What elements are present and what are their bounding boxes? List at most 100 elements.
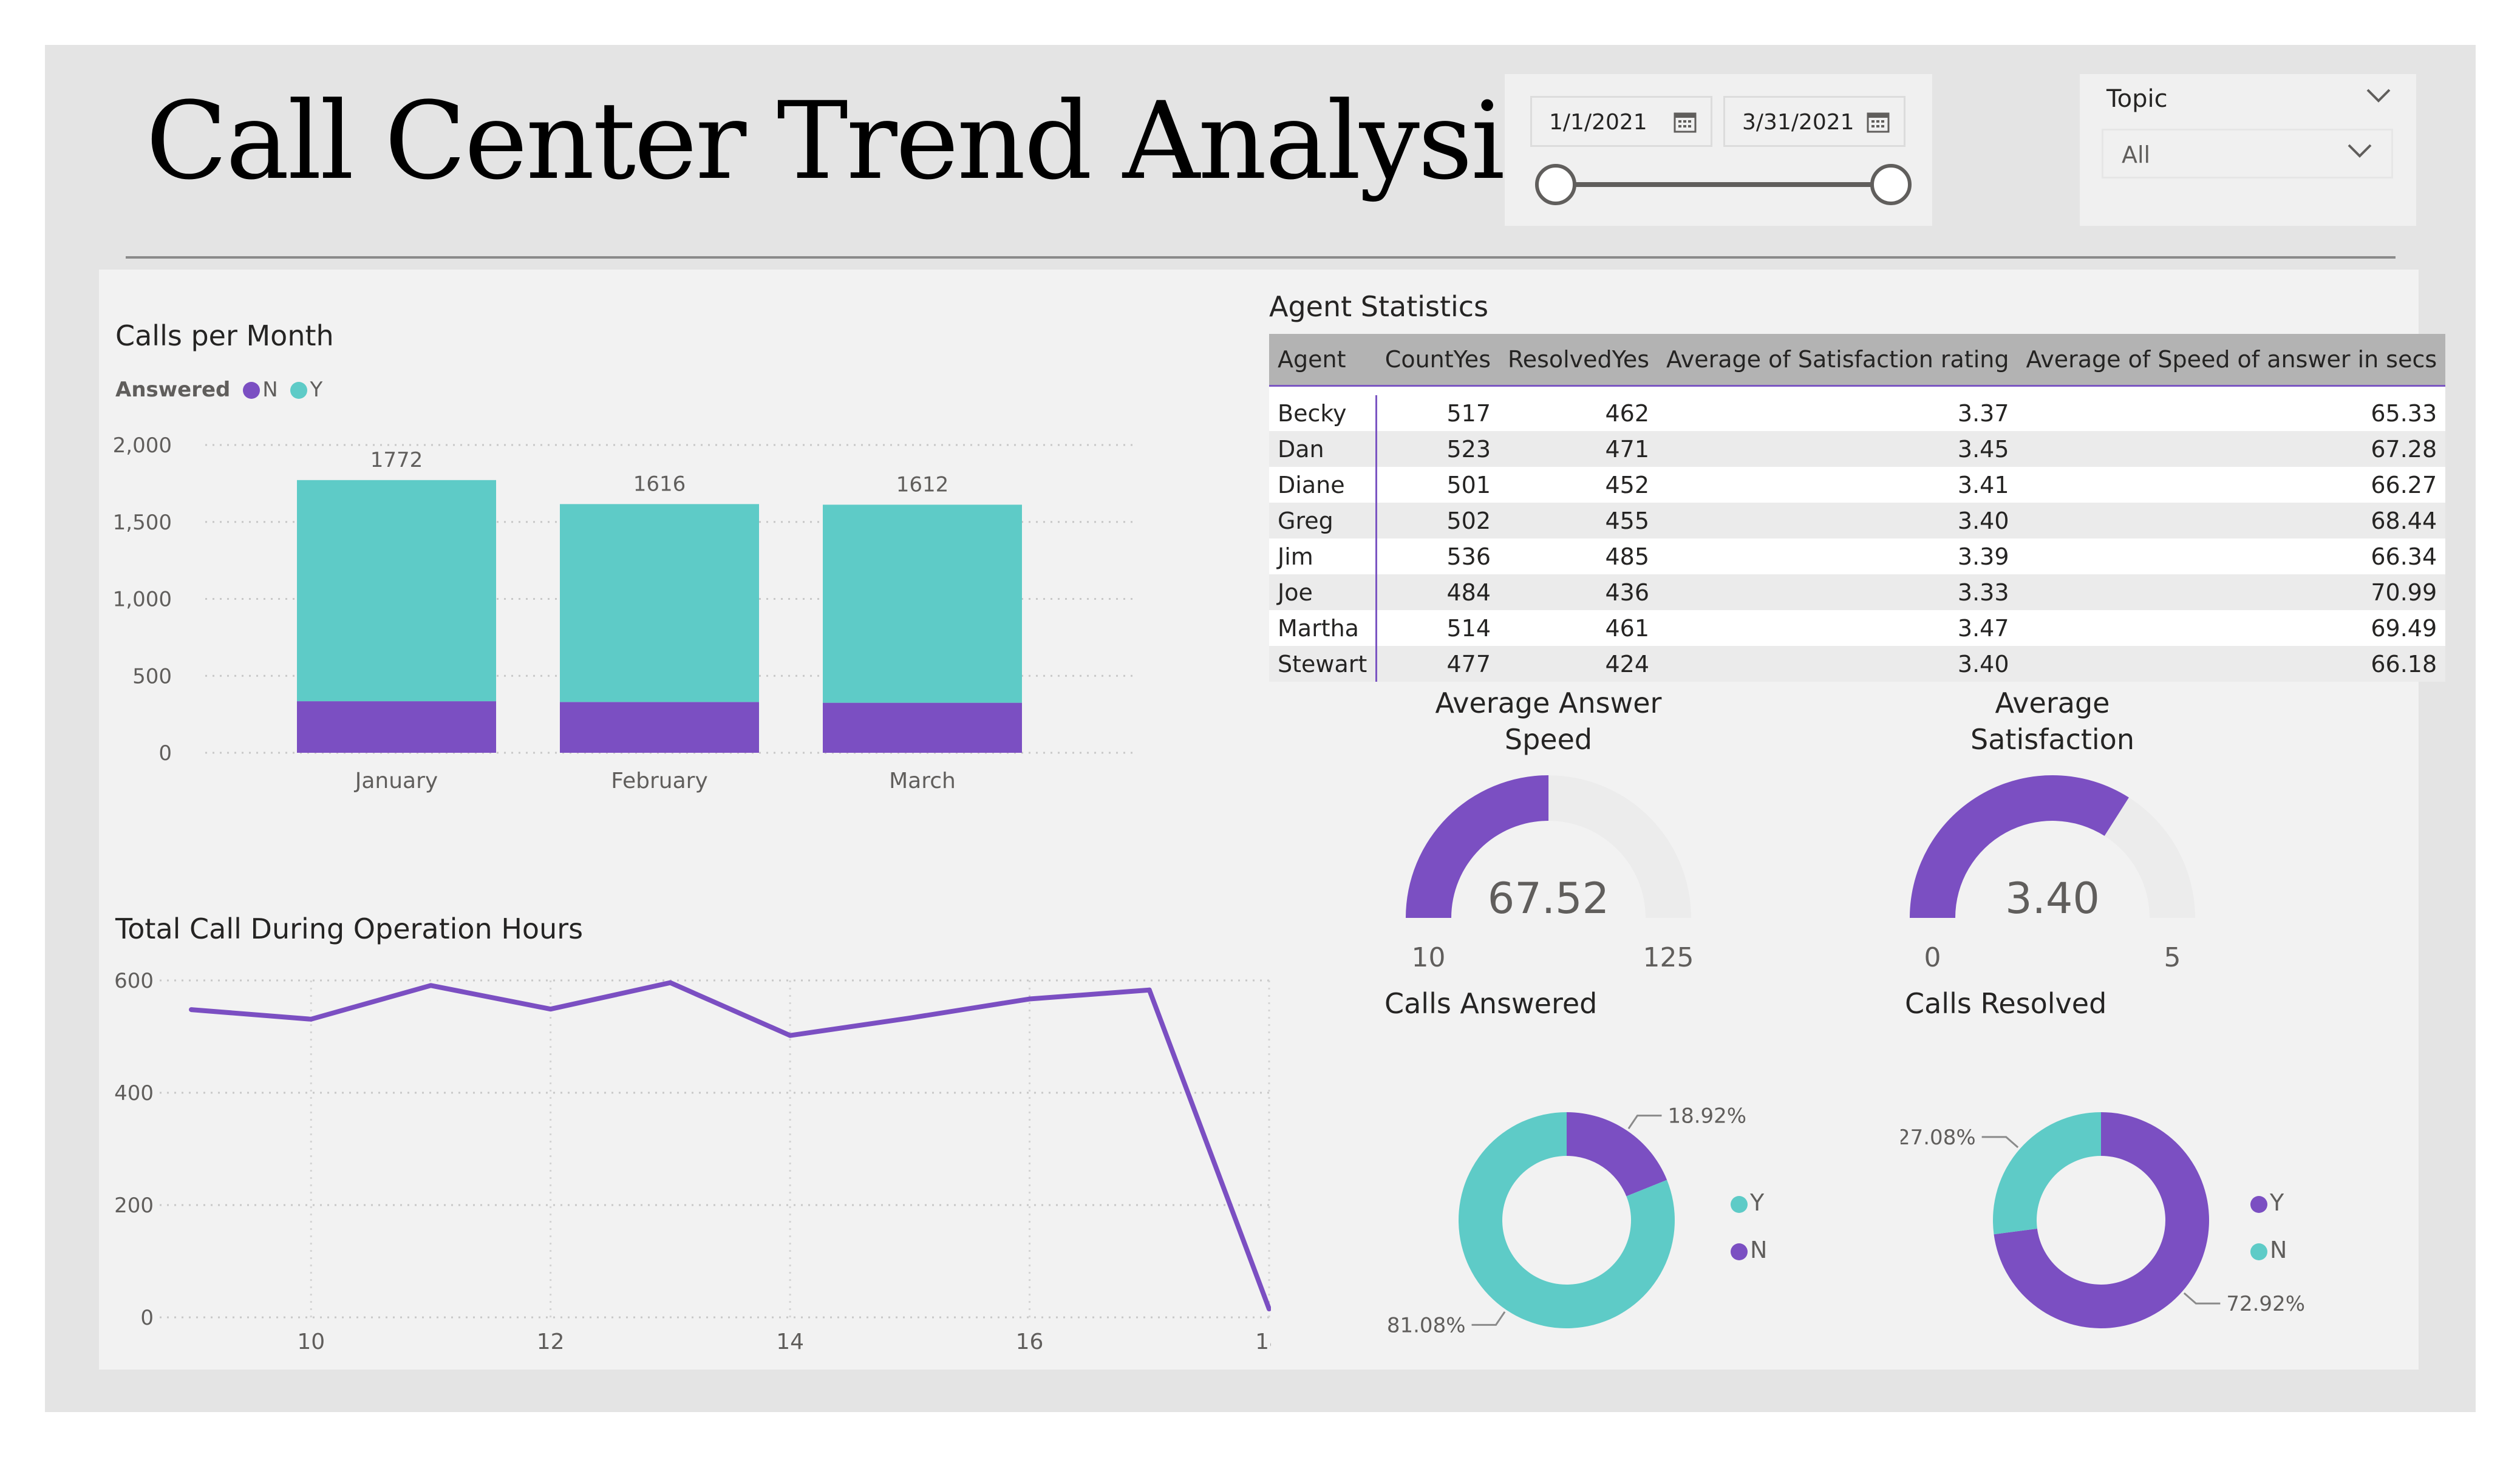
legend-item[interactable]: Y bbox=[1731, 1179, 1767, 1226]
table-cell: 66.34 bbox=[2017, 538, 2446, 574]
chevron-down-icon[interactable] bbox=[2365, 86, 2392, 107]
legend-title: Answered bbox=[115, 378, 231, 402]
table-cell: Diane bbox=[1269, 467, 1378, 503]
table-cell: 65.33 bbox=[2017, 395, 2446, 431]
table-row[interactable]: Diane 501 452 3.41 66.27 bbox=[1269, 467, 2446, 503]
data-point bbox=[1027, 996, 1032, 1002]
leader-line bbox=[2183, 1292, 2221, 1305]
average-satisfaction-title: Average Satisfaction bbox=[1852, 685, 2253, 758]
table-cell: 3.47 bbox=[1658, 610, 2018, 646]
legend-dot-y bbox=[290, 382, 308, 399]
x-tick-label: 10 bbox=[297, 1330, 325, 1354]
table-cell: 66.27 bbox=[2017, 467, 2446, 503]
chevron-down-icon[interactable] bbox=[2346, 141, 2373, 162]
bar-segment-y bbox=[823, 504, 1022, 703]
legend-label-n[interactable]: N bbox=[262, 378, 278, 402]
calls-answered-title: Calls Answered bbox=[1384, 987, 1598, 1020]
legend-label-y[interactable]: Y bbox=[310, 378, 322, 402]
table-row[interactable]: Greg 502 455 3.40 68.44 bbox=[1269, 503, 2446, 538]
y-tick-label: 0 bbox=[158, 741, 172, 766]
table-cell: Greg bbox=[1269, 503, 1378, 538]
table-row[interactable]: Becky 517 462 3.37 65.33 bbox=[1269, 395, 2446, 431]
y-tick-label: 600 bbox=[114, 969, 154, 993]
table-cell: 462 bbox=[1499, 395, 1658, 431]
data-label: 1616 bbox=[633, 472, 686, 496]
end-date-input[interactable]: 3/31/2021 bbox=[1723, 96, 1905, 147]
table-cell: Joe bbox=[1269, 574, 1378, 610]
legend-dot bbox=[1731, 1243, 1748, 1260]
x-tick-label: January bbox=[354, 769, 438, 793]
legend-label: Y bbox=[2270, 1189, 2284, 1216]
leader-line bbox=[1471, 1311, 1506, 1326]
table-cell: 69.49 bbox=[2017, 610, 2446, 646]
y-tick-label: 0 bbox=[140, 1306, 154, 1330]
table-cell: 461 bbox=[1499, 610, 1658, 646]
calls-answered-legend: Y N bbox=[1731, 1179, 1767, 1274]
table-row[interactable]: Dan 523 471 3.45 67.28 bbox=[1269, 431, 2446, 467]
leader-line bbox=[1627, 1115, 1662, 1130]
legend-dot bbox=[2250, 1243, 2267, 1260]
legend-item[interactable]: Y bbox=[2250, 1179, 2287, 1226]
y-tick-label: 1,000 bbox=[113, 588, 172, 612]
table-cell: 3.40 bbox=[1658, 503, 2018, 538]
column-header[interactable]: CountYes bbox=[1376, 334, 1499, 387]
table-cell: Jim bbox=[1269, 538, 1378, 574]
calendar-icon[interactable] bbox=[1866, 110, 1890, 140]
bar-segment-n bbox=[560, 702, 759, 753]
gauge-title-line: Average bbox=[1995, 687, 2110, 719]
date-slider-track[interactable] bbox=[1559, 182, 1893, 187]
legend-item[interactable]: N bbox=[1731, 1226, 1767, 1274]
column-header[interactable]: Agent bbox=[1269, 334, 1377, 387]
legend-label: Y bbox=[1750, 1189, 1765, 1216]
average-answer-speed-title: Average Answer Speed bbox=[1348, 685, 1749, 758]
table-cell: 66.18 bbox=[2017, 646, 2446, 682]
table-cell: 70.99 bbox=[2017, 574, 2446, 610]
gauge-title-line: Satisfaction bbox=[1970, 723, 2134, 756]
bar-segment-y bbox=[297, 480, 496, 702]
legend-item[interactable]: N bbox=[2250, 1226, 2287, 1274]
donut-slice-n bbox=[1567, 1112, 1667, 1197]
column-header[interactable]: ResolvedYes bbox=[1499, 334, 1658, 387]
table-row[interactable]: Stewart 477 424 3.40 66.18 bbox=[1269, 646, 2446, 682]
table-cell: 485 bbox=[1499, 538, 1658, 574]
topic-slicer: Topic All bbox=[2080, 74, 2416, 226]
table-cell: 514 bbox=[1376, 610, 1499, 646]
table-cell: Becky bbox=[1269, 395, 1378, 431]
data-point bbox=[428, 983, 434, 988]
table-row[interactable]: Joe 484 436 3.33 70.99 bbox=[1269, 574, 2446, 610]
data-point bbox=[788, 1033, 793, 1038]
column-header[interactable]: Average of Satisfaction rating bbox=[1658, 334, 2018, 387]
topic-dropdown[interactable]: All bbox=[2102, 129, 2393, 178]
operation-hours-title: Total Call During Operation Hours bbox=[115, 912, 584, 945]
table-header-row: Agent CountYes ResolvedYes Average of Satis… bbox=[1269, 334, 2446, 387]
calls-per-month-title: Calls per Month bbox=[115, 319, 334, 352]
calls-resolved-title: Calls Resolved bbox=[1905, 987, 2107, 1020]
x-tick-label: 18 bbox=[1255, 1330, 1271, 1354]
column-header[interactable]: Average of Speed of answer in secs bbox=[2017, 334, 2446, 387]
gauge-min-label: 0 bbox=[1924, 942, 1941, 973]
data-label: 81.08% bbox=[1387, 1313, 1466, 1337]
table-cell: 501 bbox=[1376, 467, 1499, 503]
calendar-icon[interactable] bbox=[1673, 110, 1697, 140]
date-slider-end-handle[interactable] bbox=[1870, 164, 1912, 205]
data-point bbox=[548, 1007, 553, 1012]
x-tick-label: February bbox=[611, 769, 708, 793]
bar-segment-n bbox=[297, 701, 496, 753]
data-point bbox=[667, 980, 673, 985]
operation-hours-chart: 0 200 400 600 10 12 14 16 18 bbox=[114, 969, 1271, 1354]
table-row[interactable]: Jim 536 485 3.39 66.34 bbox=[1269, 538, 2446, 574]
data-label: 18.92% bbox=[1667, 1104, 1746, 1129]
average-answer-speed-gauge: 67.52 10 125 bbox=[1406, 775, 1694, 973]
start-date-input[interactable]: 1/1/2021 bbox=[1530, 96, 1712, 147]
topic-slicer-label: Topic bbox=[2106, 85, 2168, 113]
data-label: 1612 bbox=[896, 472, 949, 497]
date-slider-start-handle[interactable] bbox=[1535, 164, 1576, 205]
gauge-title-line: Speed bbox=[1504, 723, 1593, 756]
legend-label: N bbox=[1750, 1237, 1768, 1263]
table-cell: 3.39 bbox=[1658, 538, 2018, 574]
table-cell: 517 bbox=[1376, 395, 1499, 431]
table-row[interactable]: Martha 514 461 3.47 69.49 bbox=[1269, 610, 2446, 646]
topic-selected-value: All bbox=[2122, 141, 2151, 168]
end-date-value: 3/31/2021 bbox=[1742, 110, 1854, 135]
table-cell: 452 bbox=[1499, 467, 1658, 503]
